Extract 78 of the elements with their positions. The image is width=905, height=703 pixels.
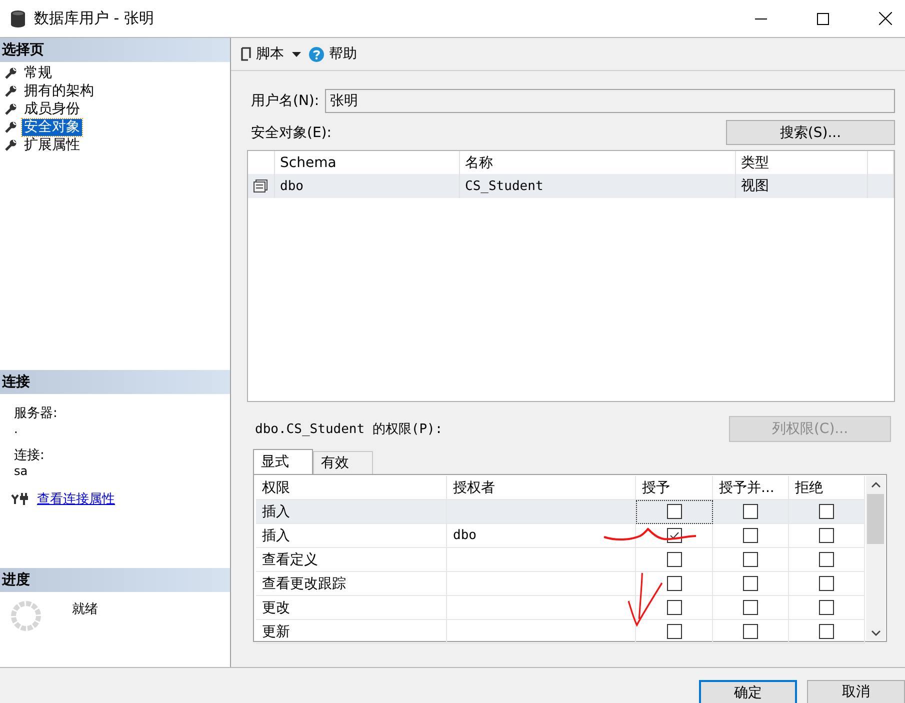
- checkbox[interactable]: [819, 552, 834, 567]
- scroll-down-icon[interactable]: [870, 630, 880, 636]
- checkbox[interactable]: [743, 528, 758, 543]
- spinner-icon: [10, 600, 42, 632]
- sidebar-item[interactable]: 常规: [22, 64, 54, 82]
- table-cell: dbo: [275, 174, 460, 198]
- permissions-label: dbo.CS_Student 的权限(P):: [255, 421, 443, 438]
- window-title: 数据库用户 - 张明: [34, 9, 154, 28]
- table-row[interactable]: dbo CS_Student 视图: [248, 174, 894, 198]
- user-name-field[interactable]: 张明: [325, 89, 895, 113]
- server-label: 服务器:: [14, 405, 58, 422]
- progress-status: 就绪: [72, 601, 98, 618]
- grid-row[interactable]: 插入 dbo: [256, 524, 865, 548]
- table-cell: dbo: [453, 528, 476, 543]
- wrench-icon: [5, 121, 17, 133]
- scrollbar[interactable]: [866, 476, 885, 640]
- grid-row[interactable]: 查看定义: [256, 548, 865, 572]
- checkbox[interactable]: [819, 528, 834, 543]
- wrench-icon: [5, 103, 17, 115]
- grid-row[interactable]: 更改: [256, 596, 865, 620]
- dialog-button[interactable]: 取消: [807, 680, 905, 703]
- table-cell: 更新: [256, 620, 447, 644]
- maximize-icon[interactable]: [817, 12, 829, 24]
- grid-row[interactable]: 查看更改跟踪: [256, 572, 865, 596]
- checkbox[interactable]: [743, 600, 758, 615]
- checkbox[interactable]: [819, 504, 834, 519]
- server-value: .: [14, 422, 18, 436]
- table-cell: 插入: [256, 500, 447, 524]
- securables-label: 安全对象(E):: [251, 124, 332, 142]
- section-header: 进度: [0, 568, 230, 592]
- wrench-icon: [5, 85, 17, 97]
- checkbox[interactable]: [743, 552, 758, 567]
- search-button[interactable]: 搜索(S)...: [726, 120, 895, 145]
- checkbox[interactable]: [666, 600, 682, 615]
- tab[interactable]: 显式: [253, 449, 313, 474]
- checkbox[interactable]: [743, 576, 758, 591]
- script-icon: [239, 47, 251, 61]
- grid-row[interactable]: 插入: [256, 500, 865, 524]
- grid-row[interactable]: 更新: [256, 620, 865, 644]
- sidebar-item[interactable]: 扩展属性: [22, 136, 82, 154]
- help-button[interactable]: 帮助: [309, 45, 357, 63]
- section-header: 连接: [0, 370, 230, 394]
- sidebar-item[interactable]: 成员身份: [22, 100, 82, 118]
- checkbox[interactable]: [819, 624, 834, 639]
- tab[interactable]: 有效: [313, 451, 373, 474]
- dialog-button[interactable]: 确定: [699, 680, 797, 703]
- table-cell: 插入: [256, 524, 447, 548]
- sidebar-item[interactable]: 安全对象: [22, 118, 82, 136]
- checkbox[interactable]: [743, 624, 758, 639]
- checkbox[interactable]: [666, 504, 682, 519]
- checkbox[interactable]: [743, 504, 758, 519]
- checkbox[interactable]: [666, 552, 682, 567]
- checkbox[interactable]: [819, 600, 834, 615]
- table-cell: 更改: [256, 596, 447, 620]
- script-button[interactable]: 脚本: [239, 45, 284, 63]
- view-icon: [253, 179, 269, 193]
- table-cell: 查看定义: [256, 548, 447, 572]
- dropdown-caret-icon[interactable]: [292, 52, 301, 56]
- section-header: 选择页: [0, 38, 230, 62]
- checkbox[interactable]: [819, 576, 834, 591]
- connection-properties-link[interactable]: 查看连接属性: [37, 490, 115, 508]
- checkbox[interactable]: [666, 576, 682, 591]
- wrench-icon: [5, 67, 17, 79]
- connection-value: sa: [14, 464, 28, 478]
- help-icon: [309, 46, 324, 62]
- wrench-icon: [5, 139, 17, 151]
- database-icon: [10, 10, 26, 28]
- checkbox[interactable]: [666, 624, 682, 639]
- table-cell: 查看更改跟踪: [256, 572, 447, 596]
- table-cell: CS_Student: [460, 174, 736, 198]
- close-icon[interactable]: [879, 12, 892, 25]
- connection-label: 连接:: [14, 447, 44, 464]
- table-cell: 视图: [736, 174, 868, 198]
- annotation-arrow-drawing: [627, 571, 665, 629]
- plug-icon: [11, 493, 29, 505]
- user-name-label: 用户名(N):: [251, 92, 320, 110]
- scroll-up-icon[interactable]: [870, 482, 880, 488]
- sidebar-item[interactable]: 拥有的架构: [22, 82, 96, 100]
